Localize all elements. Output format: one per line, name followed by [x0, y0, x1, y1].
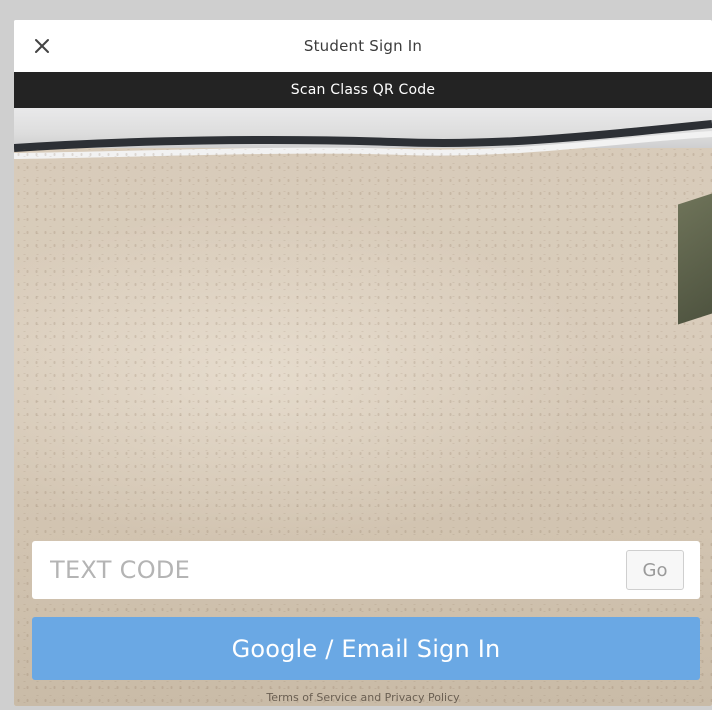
modal-header: Student Sign In	[14, 20, 712, 72]
page-title: Student Sign In	[303, 37, 423, 55]
terms-privacy-link[interactable]: Terms of Service and Privacy Policy	[14, 688, 712, 706]
text-code-container: Go	[32, 541, 700, 599]
screen-frame: Student Sign In Scan Class QR Code Go Go…	[0, 0, 712, 710]
camera-object	[678, 191, 712, 325]
scan-qr-label: Scan Class QR Code	[290, 82, 436, 98]
close-icon	[35, 39, 49, 53]
text-code-input[interactable]	[32, 541, 612, 599]
close-button[interactable]	[30, 34, 54, 58]
student-sign-in-modal: Student Sign In Scan Class QR Code Go Go…	[14, 20, 712, 706]
go-button[interactable]: Go	[626, 550, 684, 590]
google-email-sign-in-button[interactable]: Google / Email Sign In	[32, 617, 700, 680]
scan-qr-banner: Scan Class QR Code	[14, 72, 712, 108]
